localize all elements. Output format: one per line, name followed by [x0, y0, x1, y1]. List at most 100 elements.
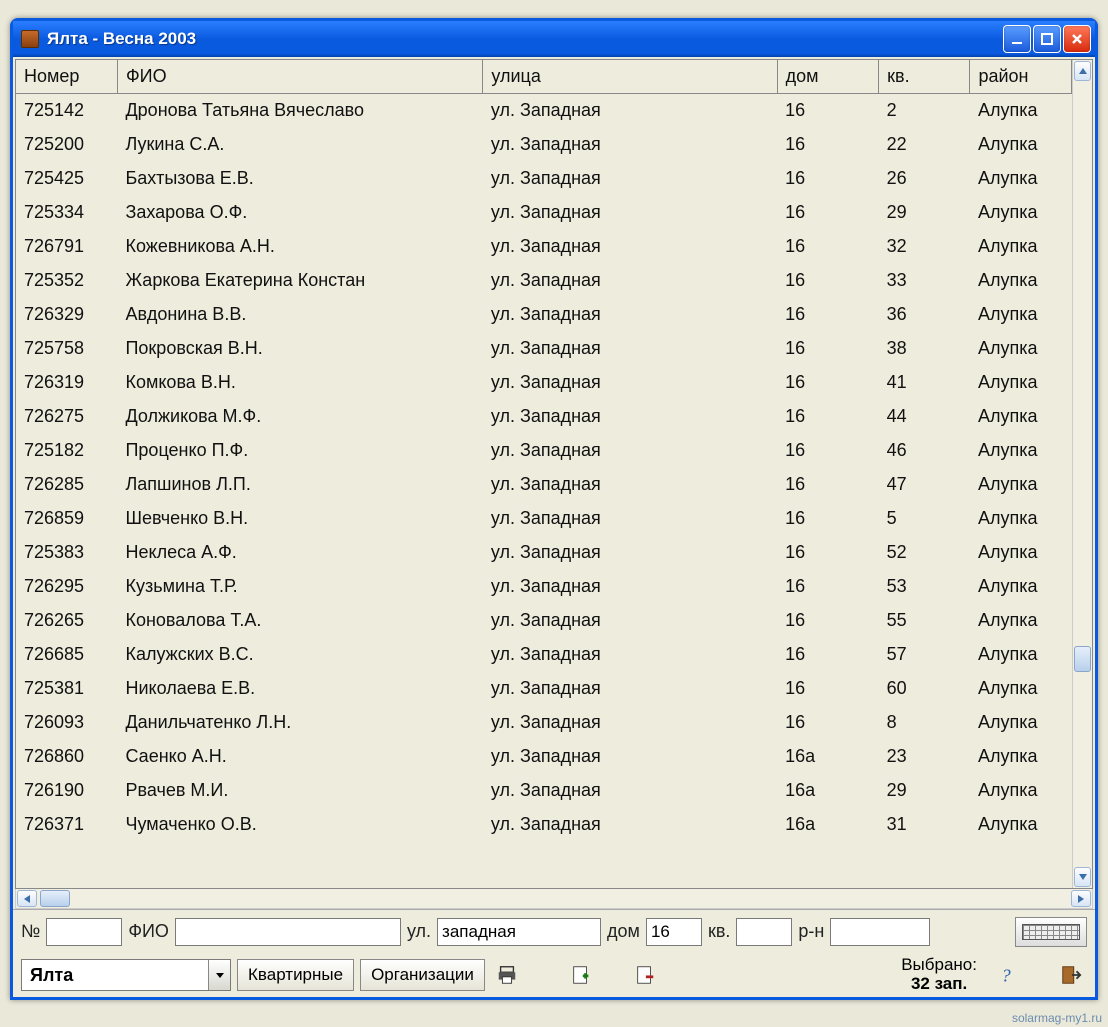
col-fio[interactable]: ФИО	[117, 60, 482, 94]
scroll-up-button[interactable]	[1074, 61, 1091, 81]
scroll-thumb[interactable]	[1074, 646, 1091, 672]
cell-rayon: Алупка	[970, 400, 1072, 434]
cell-kv: 29	[879, 196, 970, 230]
table-row[interactable]: 726859Шевченко В.Н.ул. Западная165Алупка	[16, 502, 1072, 536]
cell-dom: 16	[777, 638, 878, 672]
cell-kv: 55	[879, 604, 970, 638]
horizontal-scrollbar[interactable]	[15, 889, 1093, 909]
label-fio: ФИО	[128, 921, 169, 942]
table-row[interactable]: 725381Николаева Е.В.ул. Западная1660Алуп…	[16, 672, 1072, 706]
col-kv[interactable]: кв.	[879, 60, 970, 94]
scroll-left-button[interactable]	[17, 890, 37, 907]
combobox-dropdown-button[interactable]	[208, 960, 230, 990]
titlebar[interactable]: Ялта - Весна 2003	[13, 21, 1095, 57]
cell-nomer: 725381	[16, 672, 117, 706]
table-row[interactable]: 726860Саенко А.Н.ул. Западная16а23Алупка	[16, 740, 1072, 774]
input-ulica[interactable]	[437, 918, 601, 946]
cell-kv: 38	[879, 332, 970, 366]
exit-button[interactable]	[1055, 959, 1087, 991]
table-row[interactable]: 725334Захарова О.Ф.ул. Западная1629Алупк…	[16, 196, 1072, 230]
table-row[interactable]: 725425Бахтызова Е.В.ул. Западная1626Алуп…	[16, 162, 1072, 196]
cell-ulica: ул. Западная	[483, 740, 777, 774]
table-row[interactable]: 725200Лукина С.А.ул. Западная1622Алупка	[16, 128, 1072, 162]
table-row[interactable]: 726371Чумаченко О.В.ул. Западная16а31Алу…	[16, 808, 1072, 842]
city-combobox-text: Ялта	[22, 961, 208, 990]
cell-nomer: 725334	[16, 196, 117, 230]
cell-dom: 16	[777, 332, 878, 366]
table-row[interactable]: 725758Покровская В.Н.ул. Западная1638Алу…	[16, 332, 1072, 366]
print-button[interactable]	[491, 959, 523, 991]
table-row[interactable]: 726093Данильчатенко Л.Н.ул. Западная168А…	[16, 706, 1072, 740]
toolbar: Ялта Квартирные Организации Выбрано: 32	[13, 953, 1095, 997]
cell-dom: 16	[777, 94, 878, 128]
table-row[interactable]: 726285Лапшинов Л.П.ул. Западная1647Алупк…	[16, 468, 1072, 502]
input-kv[interactable]	[736, 918, 792, 946]
table-row[interactable]: 726329Авдонина В.В.ул. Западная1636Алупк…	[16, 298, 1072, 332]
hscroll-track[interactable]	[38, 889, 1070, 908]
col-nomer[interactable]: Номер	[16, 60, 117, 94]
table-row[interactable]: 726295Кузьмина Т.Р.ул. Западная1653Алупк…	[16, 570, 1072, 604]
cell-rayon: Алупка	[970, 128, 1072, 162]
cell-kv: 29	[879, 774, 970, 808]
col-ulica[interactable]: улица	[483, 60, 777, 94]
cell-nomer: 726329	[16, 298, 117, 332]
cell-kv: 33	[879, 264, 970, 298]
scroll-right-button[interactable]	[1071, 890, 1091, 907]
cell-fio: Кожевникова А.Н.	[117, 230, 482, 264]
cell-fio: Саенко А.Н.	[117, 740, 482, 774]
organizacii-button[interactable]: Организации	[360, 959, 485, 991]
data-table-container: Номер ФИО улица дом кв. район 725142Дрон…	[15, 59, 1093, 889]
cell-nomer: 726371	[16, 808, 117, 842]
table-row[interactable]: 725352Жаркова Екатерина Констанул. Запад…	[16, 264, 1072, 298]
cell-dom: 16а	[777, 774, 878, 808]
cell-rayon: Алупка	[970, 468, 1072, 502]
cell-dom: 16	[777, 434, 878, 468]
cell-fio: Чумаченко О.В.	[117, 808, 482, 842]
col-dom[interactable]: дом	[777, 60, 878, 94]
minimize-button[interactable]	[1003, 25, 1031, 53]
col-rayon[interactable]: район	[970, 60, 1072, 94]
city-combobox[interactable]: Ялта	[21, 959, 231, 991]
table-row[interactable]: 726791Кожевникова А.Н.ул. Западная1632Ал…	[16, 230, 1072, 264]
table-row[interactable]: 726685Калужских В.С.ул. Западная1657Алуп…	[16, 638, 1072, 672]
label-nomer: №	[21, 921, 40, 942]
data-table[interactable]: Номер ФИО улица дом кв. район 725142Дрон…	[16, 60, 1072, 842]
label-dom: дом	[607, 921, 640, 942]
table-row[interactable]: 726319Комкова В.Н.ул. Западная1641Алупка	[16, 366, 1072, 400]
maximize-button[interactable]	[1033, 25, 1061, 53]
cell-kv: 60	[879, 672, 970, 706]
cell-nomer: 726265	[16, 604, 117, 638]
cell-rayon: Алупка	[970, 264, 1072, 298]
table-row[interactable]: 725383Неклеса А.Ф.ул. Западная1652Алупка	[16, 536, 1072, 570]
cell-fio: Шевченко В.Н.	[117, 502, 482, 536]
on-screen-keyboard-button[interactable]	[1015, 917, 1087, 947]
help-button[interactable]: ?	[991, 959, 1023, 991]
cell-ulica: ул. Западная	[483, 536, 777, 570]
scroll-track[interactable]	[1073, 82, 1092, 866]
scroll-down-button[interactable]	[1074, 867, 1091, 887]
table-row[interactable]: 726190Рвачев М.И.ул. Западная16а29Алупка	[16, 774, 1072, 808]
input-nomer[interactable]	[46, 918, 122, 946]
table-row[interactable]: 725142Дронова Татьяна Вячеславоул. Запад…	[16, 94, 1072, 128]
vertical-scrollbar[interactable]	[1072, 60, 1092, 888]
table-row[interactable]: 725182Проценко П.Ф.ул. Западная1646Алупк…	[16, 434, 1072, 468]
cell-kv: 26	[879, 162, 970, 196]
hscroll-thumb[interactable]	[40, 890, 70, 907]
cell-fio: Коновалова Т.А.	[117, 604, 482, 638]
input-rayon[interactable]	[830, 918, 930, 946]
add-record-button[interactable]	[565, 959, 597, 991]
close-button[interactable]	[1063, 25, 1091, 53]
cell-nomer: 725425	[16, 162, 117, 196]
input-fio[interactable]	[175, 918, 401, 946]
kvartirnye-button[interactable]: Квартирные	[237, 959, 354, 991]
cell-nomer: 725758	[16, 332, 117, 366]
cell-dom: 16	[777, 672, 878, 706]
cell-rayon: Алупка	[970, 502, 1072, 536]
cell-nomer: 726859	[16, 502, 117, 536]
table-row[interactable]: 726265Коновалова Т.А.ул. Западная1655Алу…	[16, 604, 1072, 638]
table-row[interactable]: 726275Должикова М.Ф.ул. Западная1644Алуп…	[16, 400, 1072, 434]
table-header[interactable]: Номер ФИО улица дом кв. район	[16, 60, 1072, 94]
input-dom[interactable]	[646, 918, 702, 946]
cell-rayon: Алупка	[970, 332, 1072, 366]
delete-record-button[interactable]	[629, 959, 661, 991]
